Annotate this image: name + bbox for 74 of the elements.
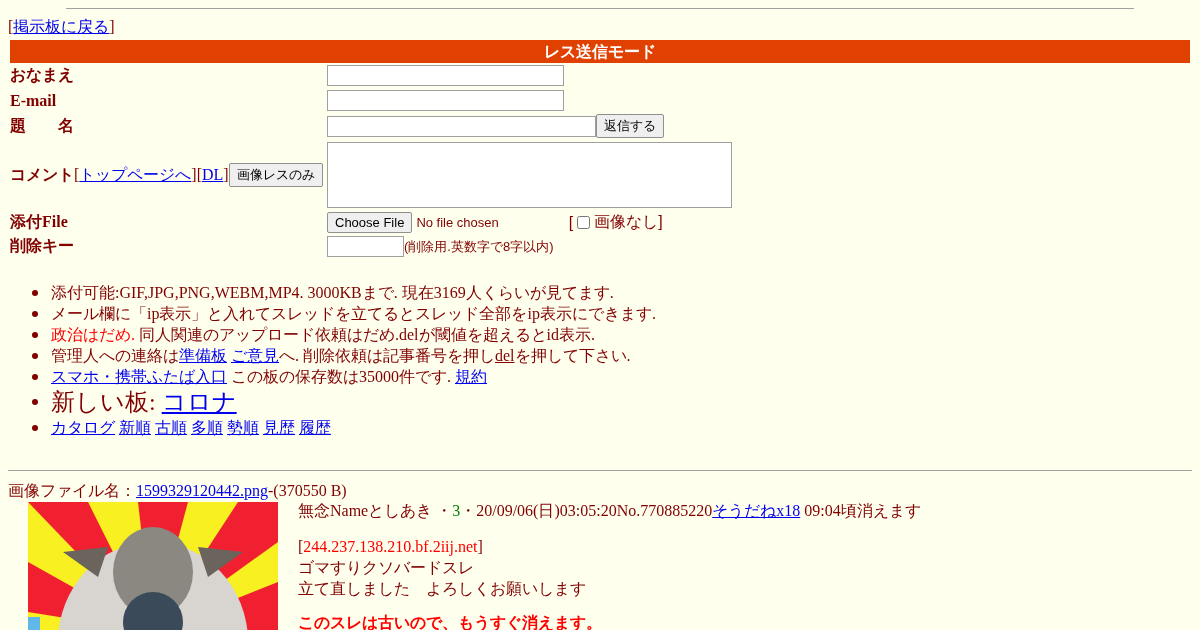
notice-link[interactable]: 古順 — [155, 419, 187, 436]
notice-text: 同人関連のアップロード依頼はだめ.delが閾値を超えるとid表示. — [138, 326, 595, 343]
del-text: del — [495, 347, 515, 364]
post-subject: 無念 — [298, 502, 330, 519]
notice-link[interactable]: 規約 — [455, 368, 487, 385]
bullet-icon — [32, 331, 38, 338]
notice-link[interactable]: コロナ — [161, 389, 237, 415]
email-field[interactable] — [327, 90, 564, 111]
bracket-text: [ — [74, 166, 80, 184]
notice-link[interactable]: 見歴 — [263, 419, 295, 436]
bullet-icon — [32, 424, 38, 431]
notice-text: 新しい板: — [51, 389, 157, 415]
bracket-text: [ — [196, 166, 202, 184]
notice-text: メール欄に「ip表示」と入れてスレッドを立てるとスレッド全部をip表示にできます. — [51, 305, 656, 322]
notice-text: 添付可能:GIF,JPG,PNG,WEBM,MP4. 3000KBまで. 現在3169人くらいが見てます. — [51, 284, 614, 301]
comment-link[interactable]: トップページへ — [79, 164, 192, 186]
notice-link[interactable]: 履歴 — [299, 419, 331, 436]
subject-field[interactable] — [327, 115, 596, 137]
bullet-icon — [32, 289, 38, 296]
id-separator: ・ — [460, 502, 477, 519]
name-field[interactable] — [327, 65, 564, 86]
comment-label: コメント — [10, 164, 74, 185]
no-image-label: 画像なし] — [594, 212, 663, 232]
id-separator: ・ — [435, 502, 453, 519]
name-label: おなまえ — [10, 65, 75, 86]
no-image-checkbox[interactable] — [577, 216, 591, 229]
file-link[interactable]: 1599329120442.png — [136, 482, 268, 499]
subject-label: 題 名 — [10, 115, 75, 136]
file-label: 添付File — [10, 212, 69, 232]
bullet-icon — [32, 352, 38, 359]
notice-link[interactable]: ご意見 — [231, 347, 279, 364]
bullet-icon — [32, 310, 38, 317]
notice-link[interactable]: 多順 — [191, 419, 223, 436]
choose-file-button[interactable]: Choose File — [327, 212, 413, 233]
notice-link[interactable]: 準備板 — [179, 347, 227, 364]
bracket-text: [ — [298, 538, 304, 555]
notice-text: を押して下さい. — [514, 347, 631, 364]
post-text: 立て直しました よろしくお願いします — [298, 579, 587, 599]
back-link[interactable]: 掲示板に戻る — [13, 18, 110, 35]
notice-link[interactable]: カタログ — [51, 419, 115, 436]
bullet-icon — [32, 373, 38, 380]
submit-button[interactable]: 返信する — [596, 114, 664, 138]
form-title: レス送信モード — [10, 40, 1190, 63]
notice-text: へ. 削除依頼は記事番号を押し — [279, 347, 495, 364]
post-text: ゴマすりクソバードスレ — [298, 558, 475, 578]
file-size: -(370550 B) — [268, 482, 347, 499]
bracket-text: ] — [191, 166, 197, 184]
soudane-link[interactable]: そうだねx18 — [712, 502, 801, 519]
file-label: 画像ファイル名： — [8, 482, 136, 499]
notice-link[interactable]: 勢順 — [227, 419, 259, 436]
bracket-text: [ — [8, 18, 14, 35]
bullet-icon — [32, 399, 38, 405]
warning-text: 政治はだめ. — [51, 326, 135, 343]
file-status: No file chosen — [416, 215, 499, 230]
bracket-text: [ — [568, 213, 574, 232]
notice-link[interactable]: スマホ・携帯ふたば入口 — [51, 368, 227, 385]
expiry-text: 09:04頃消えます — [803, 502, 921, 519]
poster-name: Nameとしあき — [330, 502, 433, 519]
comment-link[interactable]: DL — [202, 166, 224, 184]
bracket-text: ] — [223, 166, 229, 184]
comment-field[interactable] — [327, 142, 732, 208]
reply-count: 3 — [452, 502, 461, 519]
image-only-button[interactable]: 画像レスのみ — [228, 163, 323, 187]
delete-key-hint: (削除用.英数字で8字以内) — [404, 237, 554, 256]
ip-address: 244.237.138.210.bf.2iij.net — [303, 538, 478, 555]
notice-link[interactable]: 新順 — [119, 419, 151, 436]
notice-text: この板の保存数は35000件です. — [230, 368, 452, 385]
post-datetime: 20/09/06(日)03:05:20No.770885220 — [476, 502, 713, 519]
delete-key-label: 削除キー — [10, 236, 75, 256]
bracket-text: ] — [477, 538, 483, 555]
notice-text: 管理人への連絡は — [51, 347, 179, 364]
email-label: E-mail — [10, 91, 58, 110]
bracket-text: ] — [109, 18, 115, 35]
delete-key-field[interactable] — [327, 236, 404, 257]
